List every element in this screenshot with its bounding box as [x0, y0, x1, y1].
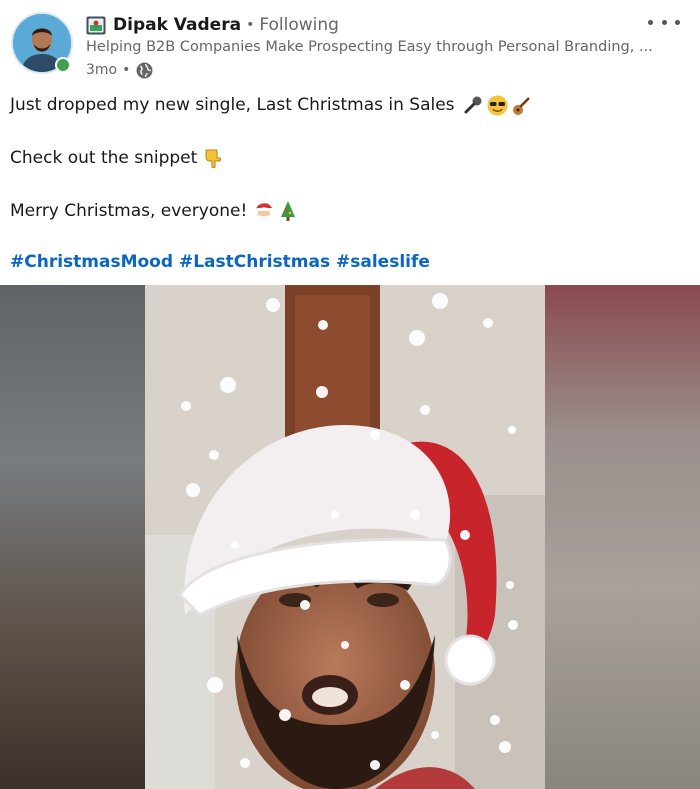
author-name[interactable]: Dipak Vadera	[113, 15, 241, 35]
post-text-2: Check out the snippet	[10, 148, 198, 168]
author-headline: Helping B2B Companies Make Prospecting E…	[86, 39, 653, 55]
hashtag-saleslife[interactable]: #saleslife	[336, 252, 430, 272]
hashtag-row: #ChristmasMood #LastChristmas #saleslife	[10, 252, 430, 272]
post-line-2: Check out the snippet	[10, 146, 223, 170]
video-frame	[145, 285, 545, 789]
video-blur-right	[545, 285, 700, 789]
following-status[interactable]: Following	[259, 15, 339, 35]
feed-post: Dipak Vadera • Following Helping B2B Com…	[0, 0, 700, 789]
santa-icon	[256, 203, 273, 220]
sunglasses-face-icon	[487, 95, 508, 115]
separator-dot: •	[246, 17, 255, 33]
menu-dot	[648, 19, 653, 25]
menu-dot	[661, 19, 667, 25]
post-text-3: Merry Christmas, everyone!	[10, 201, 248, 221]
post-meta: 3mo •	[86, 60, 153, 80]
meta-separator: •	[122, 62, 131, 78]
hashtag-christmasmood[interactable]: #ChristmasMood	[10, 252, 173, 272]
post-text-1: Just dropped my new single, Last Christm…	[10, 95, 455, 115]
post-age[interactable]: 3mo	[86, 62, 117, 78]
christmas-tree-icon	[281, 201, 296, 221]
menu-dot	[675, 19, 680, 25]
guitar-icon	[512, 96, 530, 115]
author-name-row: Dipak Vadera • Following	[86, 12, 339, 38]
post-header: Dipak Vadera • Following Helping B2B Com…	[0, 0, 700, 86]
online-status-dot	[55, 57, 71, 73]
post-video[interactable]	[0, 285, 700, 789]
globe-icon	[136, 62, 153, 78]
hashtag-lastchristmas[interactable]: #LastChristmas	[179, 252, 330, 272]
microphone-icon	[464, 96, 482, 114]
video-still	[145, 285, 545, 789]
more-options-icon[interactable]	[648, 12, 680, 32]
pointing-down-icon	[205, 149, 222, 169]
linkedin-badge-icon	[86, 16, 106, 34]
post-line-1: Just dropped my new single, Last Christm…	[10, 93, 532, 117]
video-blur-left	[0, 285, 145, 789]
post-line-3: Merry Christmas, everyone!	[10, 199, 297, 223]
